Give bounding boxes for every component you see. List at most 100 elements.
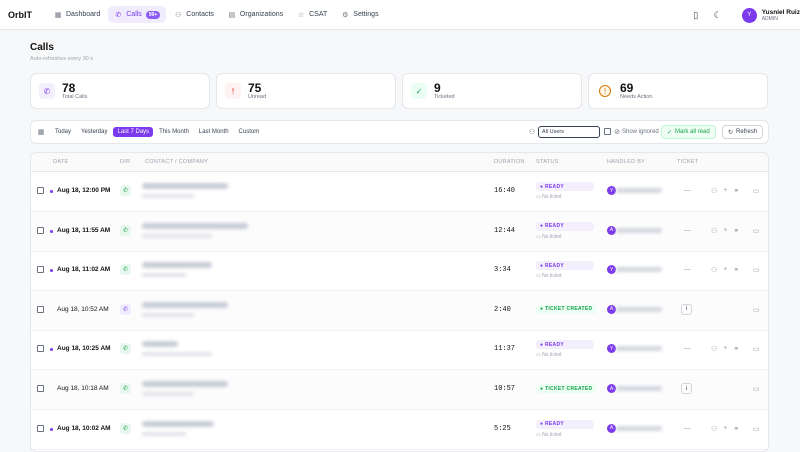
link-icon[interactable]: ⚭ [733,266,739,274]
link-icon[interactable]: ⚭ [733,425,739,433]
col-contact: CONTACT / COMPANY [145,159,209,165]
link-icon[interactable]: ⚭ [733,187,739,195]
contact-name-redacted[interactable] [142,222,248,229]
call-date: Aug 18, 11:55 AM [57,226,111,234]
assign-user-icon[interactable]: ⚇ [711,425,717,433]
app-logo[interactable]: OrbIT [8,10,48,20]
contact-name-redacted[interactable] [142,341,178,348]
unread-dot [50,190,53,193]
nav-item-calls[interactable]: ✆ Calls 99+ [108,6,167,23]
nav-item-settings[interactable]: ⚙ Settings [335,6,384,23]
stat-value: 69 [620,81,634,95]
check-icon: ✓ [411,83,427,99]
call-duration: 5:25 [494,424,511,433]
nav-item-contacts[interactable]: ⚇ Contacts [168,6,220,23]
handler-name-redacted [616,346,662,352]
assign-user-icon[interactable]: ⚇ [711,187,717,195]
link-icon[interactable]: ⚭ [733,227,739,235]
archive-icon[interactable]: ▭ [753,425,760,433]
archive-icon[interactable]: ▭ [753,187,760,195]
table-row[interactable]: Aug 18, 12:00 PM ✆ 16:40 ● READY ▭ No ticket… [31,172,768,212]
status-text: READY [545,421,565,428]
nav-item-dashboard[interactable]: ▦ Dashboard [48,6,106,23]
archive-icon[interactable]: ▭ [753,385,760,393]
row-checkbox[interactable] [37,226,44,234]
table-row[interactable]: Aug 18, 11:55 AM ✆ 12:44 ● READY ▭ No ticket… [31,211,768,252]
col-status: STATUS [536,159,559,165]
top-right-controls: ▯ ☾ Y Yusniel Ruiz ADMIN [690,0,800,30]
assign-user-icon[interactable]: ⚇ [711,227,717,235]
archive-icon[interactable]: ▭ [753,306,760,314]
table-row[interactable]: Aug 18, 10:18 AM ✆ 10:57 ● TICKET CREATED Ai… [31,370,768,410]
sidebar-toggle-icon[interactable]: ▯ [690,9,702,21]
show-ignored-checkbox[interactable] [604,128,611,135]
add-icon[interactable]: + [723,425,727,433]
contact-name-redacted[interactable] [142,262,212,269]
no-ticket-text: No ticket [542,273,562,280]
row-checkbox[interactable] [37,187,44,194]
nav-item-organizations[interactable]: ▤ Organizations [222,6,289,23]
range-this-month[interactable]: This Month [155,127,193,137]
exclamation-icon: ! [225,83,241,99]
handler-avatar: Y [607,265,616,275]
range-yesterday[interactable]: Yesterday [77,127,111,137]
table-row[interactable]: Aug 18, 10:52 AM ✆ 2:40 ● TICKET CREATED Ai ▭ [31,290,768,331]
refresh-button[interactable]: ↻ Refresh [722,125,764,139]
table-row[interactable]: Aug 18, 11:02 AM ✆ 3:34 ● READY ▭ No ticket Y… [31,251,768,292]
ticket-info-icon[interactable]: i [681,383,692,394]
row-checkbox[interactable] [37,305,44,313]
table-row[interactable]: Aug 18, 10:02 AM ✆ 5:25 ● READY ▭ No ticket A… [31,410,768,450]
inbound-call-icon: ✆ [120,264,131,276]
company-name-redacted [142,431,186,436]
row-checkbox[interactable] [37,385,44,392]
row-checkbox[interactable] [37,266,44,274]
status-text: TICKET CREATED [545,306,593,313]
table-row[interactable]: Aug 18, 10:25 AM ✆ 11:37 ● READY ▭ No ticket… [31,330,768,371]
add-icon[interactable]: + [723,227,727,235]
handler-name-redacted [616,267,662,273]
handler-name-redacted [616,188,662,193]
handler-avatar: A [607,304,616,314]
inbound-call-icon: ✆ [120,343,131,355]
ticket-info-icon[interactable]: i [681,303,692,315]
range-last-7-days[interactable]: Last 7 Days [113,127,154,137]
contact-name-redacted[interactable] [142,381,228,387]
stat-label: Unread [248,94,267,100]
refresh-label: Refresh [736,129,758,135]
nav-item-csat[interactable]: ☆ CSAT [291,6,333,23]
row-checkbox[interactable] [37,345,44,353]
user-info[interactable]: Yusniel Ruiz ADMIN [762,9,800,22]
range-custom[interactable]: Custom [235,127,264,137]
no-ticket-text: No ticket [542,431,562,438]
link-icon[interactable]: ⚭ [733,345,739,353]
add-icon[interactable]: + [723,187,727,195]
archive-icon[interactable]: ▭ [753,345,760,353]
status-text: READY [545,223,565,230]
nav-badge: 99+ [145,10,161,19]
contact-name-redacted[interactable] [142,420,214,427]
archive-icon[interactable]: ▭ [753,227,760,235]
range-today[interactable]: Today [51,127,75,137]
assign-user-icon[interactable]: ⚇ [711,345,717,353]
stat-value: 78 [62,81,76,95]
assign-user-icon[interactable]: ⚇ [711,266,717,274]
add-icon[interactable]: + [723,345,727,353]
range-last-month[interactable]: Last Month [195,127,233,137]
status-badge: ● TICKET CREATED [536,304,597,314]
dark-mode-moon-icon[interactable]: ☾ [712,9,724,21]
user-avatar[interactable]: Y [741,7,757,23]
row-checkbox[interactable] [37,424,44,432]
users-select[interactable]: All Users [538,126,600,138]
col-date[interactable]: DATE [53,159,68,165]
status-text: READY [545,341,565,348]
contact-name-redacted[interactable] [142,301,228,308]
ticket-empty: — [684,187,691,194]
archive-icon[interactable]: ▭ [753,266,760,274]
contact-name-redacted[interactable] [142,183,228,189]
call-date: Aug 18, 11:02 AM [57,266,111,274]
call-duration: 2:40 [494,305,511,314]
status-text: READY [545,183,565,190]
stat-text: 69 Needs Action [620,82,652,100]
mark-all-read-button[interactable]: ✓ Mark all read [661,125,716,139]
add-icon[interactable]: + [723,266,727,274]
